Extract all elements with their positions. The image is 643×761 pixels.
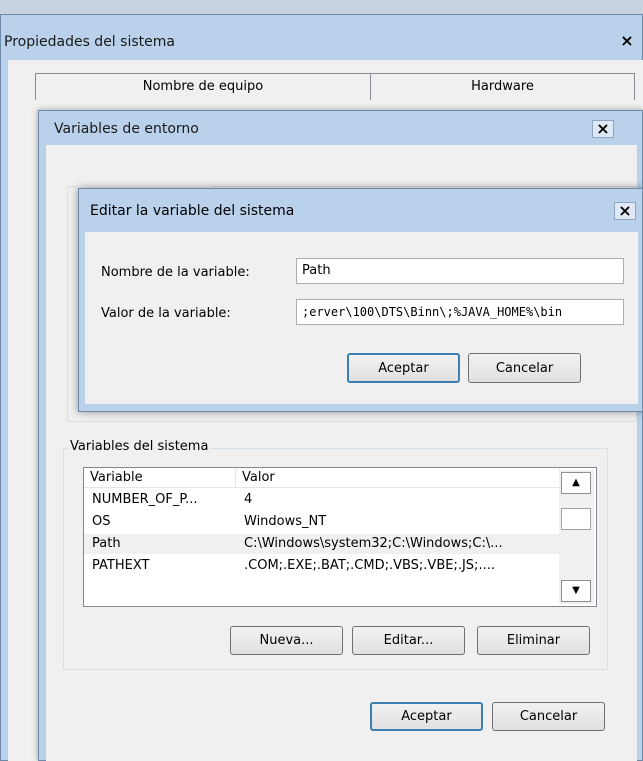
edit-ok-button[interactable]: Aceptar <box>347 353 460 383</box>
table-row[interactable]: OS Windows_NT <box>84 512 560 532</box>
delete-variable-button[interactable]: Eliminar <box>477 626 590 655</box>
tab-nombre-de-equipo[interactable]: Nombre de equipo <box>35 73 370 100</box>
system-variables-list[interactable]: Variable Valor NUMBER_OF_P... 4 OS Windo… <box>83 467 597 607</box>
row-valor: C:\Windows\system32;C:\Windows;C:\... <box>244 536 503 551</box>
scroll-thumb[interactable] <box>561 508 591 530</box>
row-variable: PATHEXT <box>92 558 150 573</box>
table-row[interactable]: PATHEXT .COM;.EXE;.BAT;.CMD;.VBS;.VBE;.J… <box>84 556 560 576</box>
column-header-variable[interactable]: Variable <box>84 468 236 488</box>
edit-system-variable-title: Editar la variable del sistema <box>90 203 295 219</box>
column-header-valor[interactable]: Valor <box>236 468 560 488</box>
edit-cancel-button[interactable]: Cancelar <box>468 353 581 383</box>
row-variable: Path <box>92 536 121 551</box>
table-row[interactable]: NUMBER_OF_P... 4 <box>84 490 560 510</box>
environment-cancel-button[interactable]: Cancelar <box>492 702 605 731</box>
row-variable: OS <box>92 514 111 529</box>
environment-ok-button[interactable]: Aceptar <box>370 702 483 731</box>
tab-hardware[interactable]: Hardware <box>370 73 635 100</box>
system-variables-group-title: Variables del sistema <box>68 439 211 454</box>
variable-name-label: Nombre de la variable: <box>101 265 250 280</box>
edit-variable-button[interactable]: Editar... <box>352 626 465 655</box>
environment-variables-title: Variables de entorno <box>54 121 199 137</box>
list-scrollbar[interactable]: ▲ ▼ <box>559 470 594 604</box>
variable-value-label: Valor de la variable: <box>101 306 231 321</box>
system-properties-close-button[interactable]: × <box>616 33 638 51</box>
system-properties-title: Propiedades del sistema <box>4 34 175 50</box>
edit-system-variable-close-button[interactable]: × <box>614 202 636 220</box>
variable-name-field[interactable]: Path <box>296 258 624 284</box>
row-valor: Windows_NT <box>244 514 327 529</box>
variable-value-field[interactable]: ;erver\100\DTS\Binn\;%JAVA_HOME%\bin <box>296 299 624 325</box>
row-variable: NUMBER_OF_P... <box>92 492 198 507</box>
row-valor: 4 <box>244 492 253 507</box>
row-valor: .COM;.EXE;.BAT;.CMD;.VBS;.VBE;.JS;.... <box>244 558 495 573</box>
scroll-up-icon[interactable]: ▲ <box>561 472 591 494</box>
scroll-down-icon[interactable]: ▼ <box>561 580 591 602</box>
environment-variables-close-button[interactable]: × <box>592 120 614 138</box>
table-row-selected[interactable]: Path C:\Windows\system32;C:\Windows;C:\.… <box>84 534 560 554</box>
new-variable-button[interactable]: Nueva... <box>230 626 343 655</box>
